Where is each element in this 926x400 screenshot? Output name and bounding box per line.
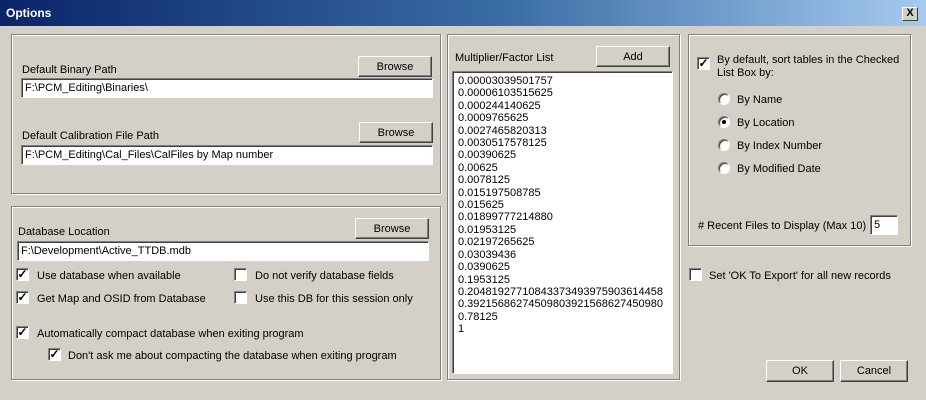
list-item[interactable]: 0.00003039501757 — [458, 75, 667, 87]
sort-default-checkbox[interactable]: ✓ — [697, 57, 710, 70]
close-icon: X — [906, 7, 914, 19]
list-item[interactable]: 0.00625 — [458, 162, 667, 174]
add-multiplier-button[interactable]: Add — [596, 46, 670, 67]
check-icon: ✓ — [698, 56, 709, 70]
sort-by-index-radio[interactable] — [718, 139, 730, 151]
database-location-label: Database Location — [18, 226, 110, 238]
ok-to-export-label: Set 'OK To Export' for all new records — [709, 270, 891, 282]
sort-by-name-label: By Name — [737, 94, 783, 106]
list-item[interactable]: 0.0009765625 — [458, 112, 667, 124]
multiplier-label: Multiplier/Factor List — [455, 52, 554, 64]
list-item[interactable]: 1 — [458, 323, 667, 335]
list-item[interactable]: 0.0027465820313 — [458, 125, 667, 137]
browse-database-button[interactable]: Browse — [355, 218, 429, 239]
sort-by-index-label: By Index Number — [737, 140, 822, 152]
cancel-button[interactable]: Cancel — [840, 360, 908, 382]
check-icon: ✓ — [17, 290, 28, 304]
no-verify-checkbox[interactable] — [234, 268, 247, 281]
list-item[interactable]: 0.0030517578125 — [458, 137, 667, 149]
list-item[interactable]: 0.02197265625 — [458, 236, 667, 248]
check-icon: ✓ — [17, 267, 28, 281]
window-title: Options — [6, 6, 52, 20]
session-only-checkbox[interactable] — [234, 291, 247, 304]
list-item[interactable]: 0.015625 — [458, 199, 667, 211]
sort-by-modified-label: By Modified Date — [737, 163, 821, 175]
browse-calibration-button[interactable]: Browse — [359, 122, 433, 143]
recent-files-label: # Recent Files to Display (Max 10) — [698, 220, 867, 232]
ok-button[interactable]: OK — [766, 360, 834, 382]
sort-by-location-radio[interactable] — [718, 116, 730, 128]
check-icon: ✓ — [49, 347, 60, 361]
dont-ask-label: Don't ask me about compacting the databa… — [68, 350, 397, 362]
get-map-checkbox[interactable]: ✓ — [16, 291, 29, 304]
list-item[interactable]: 0.0390625 — [458, 261, 667, 273]
multiplier-listbox[interactable]: 0.00003039501757 0.00006103515625 0.0002… — [452, 71, 673, 374]
close-button[interactable]: X — [902, 7, 918, 21]
list-item[interactable]: 0.39215686274509803921568627450980 — [458, 298, 667, 310]
list-item[interactable]: 0.01899777214880 — [458, 211, 667, 223]
calibration-path-label: Default Calibration File Path — [22, 130, 159, 142]
use-database-label: Use database when available — [37, 270, 181, 282]
list-item[interactable]: 0.00390625 — [458, 149, 667, 161]
get-map-label: Get Map and OSID from Database — [37, 293, 206, 305]
session-only-label: Use this DB for this session only — [255, 293, 413, 305]
database-location-field[interactable]: F:\Development\Active_TTDB.mdb — [17, 241, 429, 261]
recent-files-field[interactable]: 5 — [870, 215, 898, 235]
radio-dot-icon — [722, 120, 726, 124]
list-item[interactable]: 0.00006103515625 — [458, 87, 667, 99]
sort-by-location-label: By Location — [737, 117, 795, 129]
title-bar: Options X — [0, 0, 926, 26]
browse-binary-button[interactable]: Browse — [358, 56, 432, 77]
list-item[interactable]: 0.78125 — [458, 311, 667, 323]
sort-by-name-radio[interactable] — [718, 93, 730, 105]
list-item[interactable]: 0.01953125 — [458, 224, 667, 236]
list-item[interactable]: 0.1953125 — [458, 274, 667, 286]
dont-ask-checkbox[interactable]: ✓ — [48, 348, 61, 361]
sort-by-modified-radio[interactable] — [718, 162, 730, 174]
list-item[interactable]: 0.20481927710843373493975903614458 — [458, 286, 667, 298]
no-verify-label: Do not verify database fields — [255, 270, 394, 282]
ok-to-export-checkbox[interactable] — [689, 268, 702, 281]
use-database-checkbox[interactable]: ✓ — [16, 268, 29, 281]
list-item[interactable]: 0.000244140625 — [458, 100, 667, 112]
auto-compact-checkbox[interactable]: ✓ — [16, 326, 29, 339]
binary-path-label: Default Binary Path — [22, 64, 117, 76]
list-item[interactable]: 0.015197508785 — [458, 187, 667, 199]
calibration-path-field[interactable]: F:\PCM_Editing\Cal_Files\CalFiles by Map… — [21, 145, 433, 165]
binary-path-field[interactable]: F:\PCM_Editing\Binaries\ — [21, 78, 433, 98]
list-item[interactable]: 0.03039436 — [458, 249, 667, 261]
auto-compact-label: Automatically compact database when exit… — [37, 328, 304, 340]
list-item[interactable]: 0.0078125 — [458, 174, 667, 186]
check-icon: ✓ — [17, 325, 28, 339]
sort-default-label: By default, sort tables in the Checked L… — [717, 54, 900, 79]
